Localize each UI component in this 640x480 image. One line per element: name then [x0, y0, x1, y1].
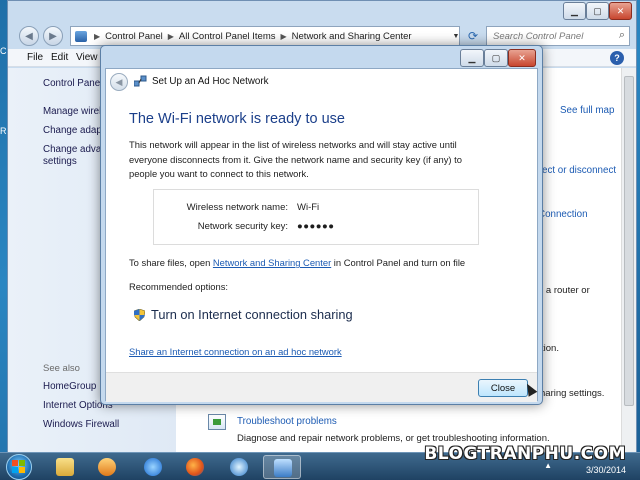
ad-hoc-dialog: ▁ ▢ ✕ ◀ Set Up an Ad Hoc Network The Wi-…: [100, 45, 543, 405]
troubleshoot-icon[interactable]: [208, 414, 226, 430]
tion-text: tion.: [541, 343, 559, 354]
dialog-content: ◀ Set Up an Ad Hoc Network The Wi-Fi net…: [105, 68, 538, 402]
turn-on-ics-option[interactable]: Turn on Internet connection sharing: [134, 307, 353, 322]
back-arrow-icon[interactable]: ◀: [110, 73, 128, 91]
ics-option-label: Turn on Internet connection sharing: [151, 307, 353, 322]
connect-disconnect-link[interactable]: ect or disconnect: [542, 165, 616, 176]
minimize-button[interactable]: ▁: [563, 2, 586, 20]
address-dropdown-icon[interactable]: ▼: [450, 26, 462, 46]
breadcrumb-control-panel[interactable]: Control Panel: [105, 31, 163, 42]
swirl-app-icon: [230, 458, 248, 476]
dialog-close-button[interactable]: ✕: [508, 49, 536, 67]
start-button[interactable]: [6, 454, 32, 480]
vertical-scrollbar[interactable]: [621, 68, 636, 452]
menu-file[interactable]: File: [27, 52, 43, 63]
menu-edit[interactable]: Edit: [51, 52, 68, 63]
watermark: BLOGTRANPHU.COM: [424, 444, 626, 464]
scrollbar-thumb[interactable]: [624, 76, 634, 406]
security-key-label: Network security key:: [197, 221, 288, 232]
dialog-description: This network will appear in the list of …: [129, 139, 462, 179]
sidebar-change-advanced-line2[interactable]: settings: [43, 156, 77, 167]
breadcrumb-separator-icon: ▶: [167, 31, 174, 41]
troubleshoot-link[interactable]: Troubleshoot problems: [237, 416, 337, 427]
media-player-icon: [98, 458, 116, 476]
dialog-header: ◀ Set Up an Ad Hoc Network: [106, 69, 537, 95]
help-icon[interactable]: ?: [610, 51, 624, 65]
folder-icon: [56, 458, 74, 476]
network-icon: [133, 75, 147, 87]
uac-shield-icon: [134, 308, 145, 321]
refresh-icon[interactable]: ⟳: [464, 27, 482, 45]
sidebar-homegroup[interactable]: HomeGroup: [43, 381, 96, 392]
internet-explorer-icon: [144, 458, 162, 476]
share-suffix: in Control Panel and turn on file: [331, 257, 466, 268]
connection-link[interactable]: Connection: [538, 209, 588, 220]
network-name-value: Wi-Fi: [297, 202, 320, 213]
window-titlebar: ▁ ▢ ✕: [8, 1, 636, 23]
share-prefix: To share files, open: [129, 257, 213, 268]
troubleshoot-description: Diagnose and repair network problems, or…: [237, 433, 550, 444]
taskbar-app-blue[interactable]: [220, 455, 258, 479]
see-full-map-link[interactable]: See full map: [560, 105, 614, 116]
address-bar[interactable]: ▶ Control Panel ▶ All Control Panel Item…: [70, 26, 460, 46]
dialog-heading: The Wi-Fi network is ready to use: [129, 111, 345, 127]
control-panel-icon: [75, 30, 87, 42]
window-close-button[interactable]: ✕: [609, 2, 632, 20]
security-key-value: ●●●●●●: [297, 221, 335, 232]
breadcrumb-separator-icon: ▶: [280, 31, 287, 41]
desktop-icon-label: R: [0, 126, 7, 136]
sidebar-windows-firewall[interactable]: Windows Firewall: [43, 419, 119, 430]
sidebar-change-advanced[interactable]: Change advanced sharing: [43, 144, 101, 155]
dialog-minimize-button[interactable]: ▁: [460, 49, 484, 67]
taskbar-internet-explorer[interactable]: [134, 455, 172, 479]
search-icon[interactable]: ⌕: [619, 29, 625, 42]
search-input[interactable]: Search Control Panel ⌕: [486, 26, 630, 46]
forward-button[interactable]: ▶: [43, 26, 63, 46]
breadcrumb-all-items[interactable]: All Control Panel Items: [179, 31, 276, 42]
back-button[interactable]: ◀: [19, 26, 39, 46]
sidebar-manage-wireless[interactable]: Manage wireless networks: [43, 106, 101, 117]
menu-view[interactable]: View: [76, 52, 98, 63]
taskbar-media-player[interactable]: [88, 455, 126, 479]
clock-date[interactable]: 3/30/2014: [586, 465, 626, 475]
dialog-maximize-button[interactable]: ▢: [484, 49, 508, 67]
maximize-button[interactable]: ▢: [586, 2, 609, 20]
recommended-options-label: Recommended options:: [129, 281, 229, 292]
see-also-heading: See also: [43, 363, 80, 374]
search-placeholder: Search Control Panel: [493, 30, 584, 42]
breadcrumb-network-sharing[interactable]: Network and Sharing Center: [292, 31, 412, 42]
firefox-icon: [186, 458, 204, 476]
sharing-settings-text: haring settings.: [540, 388, 605, 399]
dialog-title: Set Up an Ad Hoc Network: [152, 76, 269, 87]
taskbar-firefox[interactable]: [176, 455, 214, 479]
sidebar-change-adapter[interactable]: Change adapter settings: [43, 125, 101, 136]
sidebar-control-panel-home[interactable]: Control Panel: [43, 78, 101, 89]
network-sharing-center-link[interactable]: Network and Sharing Center: [213, 257, 331, 268]
share-adhoc-link[interactable]: Share an Internet connection on an ad ho…: [129, 346, 342, 357]
network-name-label: Wireless network name:: [186, 202, 288, 213]
windows-logo-icon: [12, 460, 25, 473]
close-button[interactable]: Close: [478, 379, 528, 397]
breadcrumb-separator-icon: ▶: [94, 31, 101, 41]
dialog-footer: Close: [106, 372, 538, 402]
share-files-text: To share files, open Network and Sharing…: [129, 257, 465, 268]
desktop-icon-label: C: [0, 46, 7, 56]
taskbar-explorer[interactable]: [46, 455, 84, 479]
dialog-titlebar: ▁ ▢ ✕: [101, 46, 542, 68]
network-info-box: Wireless network name: Wi-Fi Network sec…: [153, 189, 479, 245]
router-text: o a router or: [538, 285, 590, 296]
taskbar-control-panel[interactable]: [263, 455, 301, 479]
control-panel-icon: [274, 459, 292, 477]
